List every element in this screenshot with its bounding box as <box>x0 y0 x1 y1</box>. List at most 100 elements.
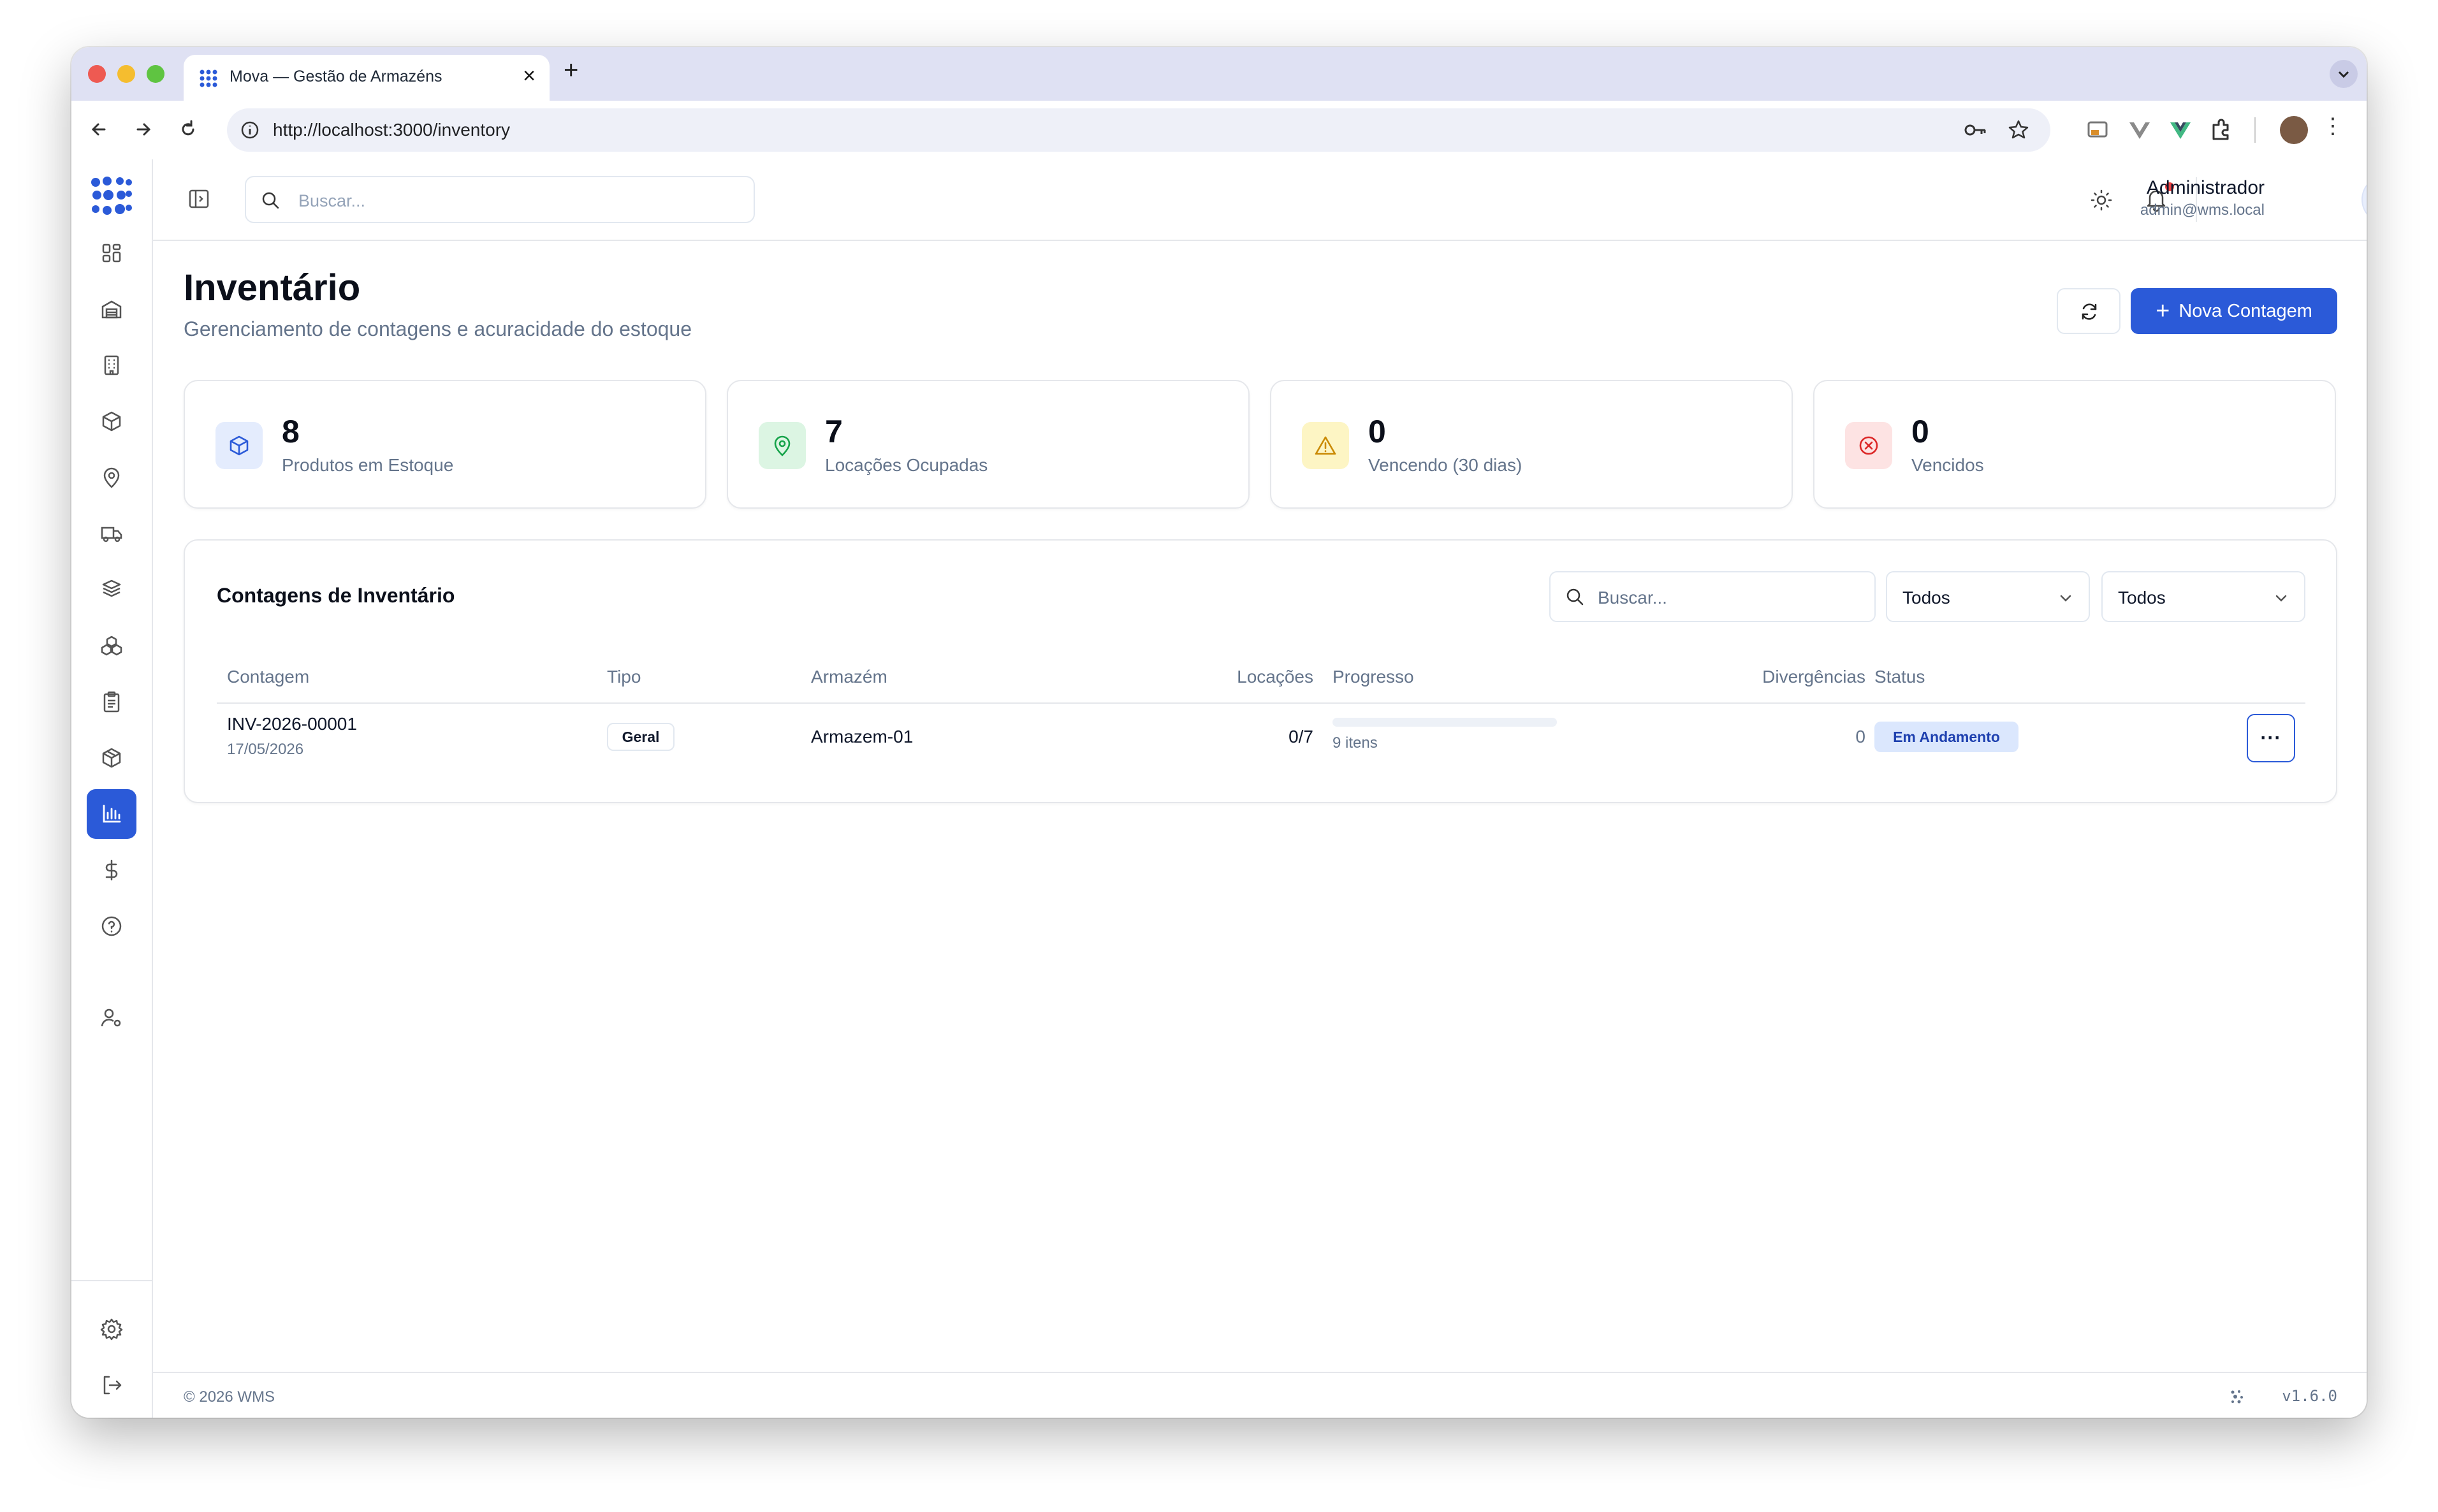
tab-search-button[interactable] <box>2330 60 2358 88</box>
maximize-window-button[interactable] <box>147 65 164 83</box>
back-arrow-icon[interactable] <box>84 115 113 144</box>
column-header-type[interactable]: Tipo <box>607 667 641 687</box>
browser-tab-active[interactable]: Mova — Gestão de Armazéns × <box>184 55 550 101</box>
favicon-icon <box>200 69 217 87</box>
global-search-placeholder: Buscar... <box>298 191 366 210</box>
sidebar-item-users[interactable] <box>87 993 136 1043</box>
stat-icon-wrap <box>1302 422 1349 469</box>
sidebar-item-orders[interactable] <box>87 677 136 727</box>
row-actions-button[interactable]: ··· <box>2247 714 2295 762</box>
url-text[interactable]: http://localhost:3000/inventory <box>273 120 510 140</box>
type-filter-select[interactable]: Todos <box>1886 571 2090 622</box>
table-header-divider <box>217 702 2305 704</box>
sidebar-toggle-icon[interactable] <box>186 186 212 212</box>
forward-arrow-icon[interactable] <box>129 115 158 144</box>
password-key-icon[interactable] <box>1962 119 1988 142</box>
dashboard-icon <box>102 244 121 263</box>
close-window-button[interactable] <box>88 65 106 83</box>
sidebar-item-inventory[interactable] <box>87 789 136 839</box>
package-icon <box>102 411 121 432</box>
refresh-button[interactable] <box>2057 288 2120 334</box>
global-search-input[interactable]: Buscar... <box>245 176 755 223</box>
sidebar-item-picking[interactable] <box>87 621 136 671</box>
sidebar-item-receiving[interactable] <box>87 565 136 614</box>
type-badge: Geral <box>607 723 675 751</box>
sidebar <box>71 159 153 1418</box>
locations-cell: 0/7 <box>1288 727 1313 746</box>
x-circle-icon <box>1859 436 1878 455</box>
counts-search-input[interactable]: Buscar... <box>1549 571 1876 622</box>
browser-tabstrip: Mova — Gestão de Armazéns × + <box>71 47 2367 101</box>
stat-value: 8 <box>282 414 300 449</box>
truck-icon <box>101 527 122 542</box>
dollar-icon <box>105 859 118 881</box>
column-header-locations[interactable]: Locações <box>1230 667 1313 687</box>
sidebar-item-help[interactable] <box>87 901 136 951</box>
sidebar-item-locations[interactable] <box>87 453 136 502</box>
theme-toggle-sun-icon[interactable] <box>2089 187 2114 213</box>
stat-card-products: 8 Produtos em Estoque <box>184 380 706 509</box>
reload-icon[interactable] <box>173 115 203 144</box>
column-header-warehouse[interactable]: Armazém <box>811 667 887 687</box>
stat-card-expiring: 0 Vencendo (30 dias) <box>1270 380 1793 509</box>
minimize-window-button[interactable] <box>117 65 135 83</box>
inventory-counts-panel: Contagens de Inventário Buscar... Todos … <box>184 539 2337 803</box>
warehouse-cell: Armazem-01 <box>811 727 914 746</box>
new-tab-button[interactable]: + <box>564 56 578 85</box>
package-icon <box>230 435 249 456</box>
column-header-count[interactable]: Contagem <box>227 667 309 687</box>
column-header-divergences[interactable]: Divergências <box>1715 667 1865 687</box>
app-logo-icon[interactable] <box>89 176 133 219</box>
browser-toolbar: http://localhost:3000/inventory ⋮ <box>71 101 2367 161</box>
count-code[interactable]: INV-2026-00001 <box>227 714 357 734</box>
counts-search-placeholder: Buscar... <box>1598 588 1667 607</box>
panel-title: Contagens de Inventário <box>217 584 455 607</box>
building-icon <box>104 355 119 375</box>
app-footer: © 2026 WMS v1.6.0 <box>152 1372 2367 1418</box>
page-title: Inventário <box>184 267 361 309</box>
sidebar-item-settings[interactable] <box>87 1304 136 1354</box>
tab-title: Mova — Gestão de Armazéns <box>230 68 442 85</box>
logout-icon <box>103 1376 122 1395</box>
refresh-icon <box>2082 303 2097 320</box>
status-filter-select[interactable]: Todos <box>2101 571 2305 622</box>
sidebar-divider <box>71 1280 152 1281</box>
sidebar-item-shipping[interactable] <box>87 509 136 558</box>
sidebar-item-products[interactable] <box>87 396 136 446</box>
boxes-icon <box>101 636 122 656</box>
new-count-button[interactable]: + Nova Contagem <box>2131 288 2337 334</box>
sidebar-item-warehouses[interactable] <box>87 284 136 334</box>
site-info-icon[interactable] <box>238 119 261 142</box>
address-bar[interactable]: http://localhost:3000/inventory <box>227 108 2050 152</box>
sidebar-item-logout[interactable] <box>87 1360 136 1410</box>
more-horizontal-icon: ··· <box>2260 727 2282 748</box>
tab-close-icon[interactable]: × <box>523 64 536 89</box>
vue-devtools-icon[interactable] <box>2126 116 2154 144</box>
progress-bar <box>1332 718 1557 727</box>
sidebar-item-billing[interactable] <box>87 845 136 895</box>
new-count-label: Nova Contagem <box>2179 300 2312 321</box>
cast-icon[interactable] <box>2084 116 2112 144</box>
sidebar-item-packaging[interactable] <box>87 733 136 783</box>
extensions-puzzle-icon[interactable] <box>2207 116 2235 144</box>
status-badge: Em Andamento <box>1874 722 2018 752</box>
clipboard-icon <box>103 691 120 713</box>
stat-label: Vencendo (30 dias) <box>1368 455 1522 475</box>
divergences-cell: 0 <box>1855 727 1865 746</box>
bookmark-star-icon[interactable] <box>2006 117 2031 143</box>
type-filter-value: Todos <box>1902 588 1950 607</box>
status-filter-value: Todos <box>2118 588 2166 607</box>
gear-icon <box>100 1318 123 1341</box>
vue-extension-icon[interactable] <box>2166 116 2194 144</box>
stat-value: 7 <box>825 414 843 449</box>
column-header-status[interactable]: Status <box>1874 667 1925 687</box>
sidebar-item-dashboard[interactable] <box>87 228 136 278</box>
column-header-progress[interactable]: Progresso <box>1332 667 1414 687</box>
search-icon <box>1566 588 1584 606</box>
sidebar-item-buildings[interactable] <box>87 340 136 390</box>
stat-icon-wrap <box>1845 422 1892 469</box>
browser-menu-icon[interactable]: ⋮ <box>2322 113 2344 139</box>
user-avatar[interactable] <box>2361 175 2367 224</box>
browser-profile-avatar[interactable] <box>2280 116 2308 144</box>
app-root: Buscar... Administrador admin@wms.local … <box>71 159 2367 1418</box>
